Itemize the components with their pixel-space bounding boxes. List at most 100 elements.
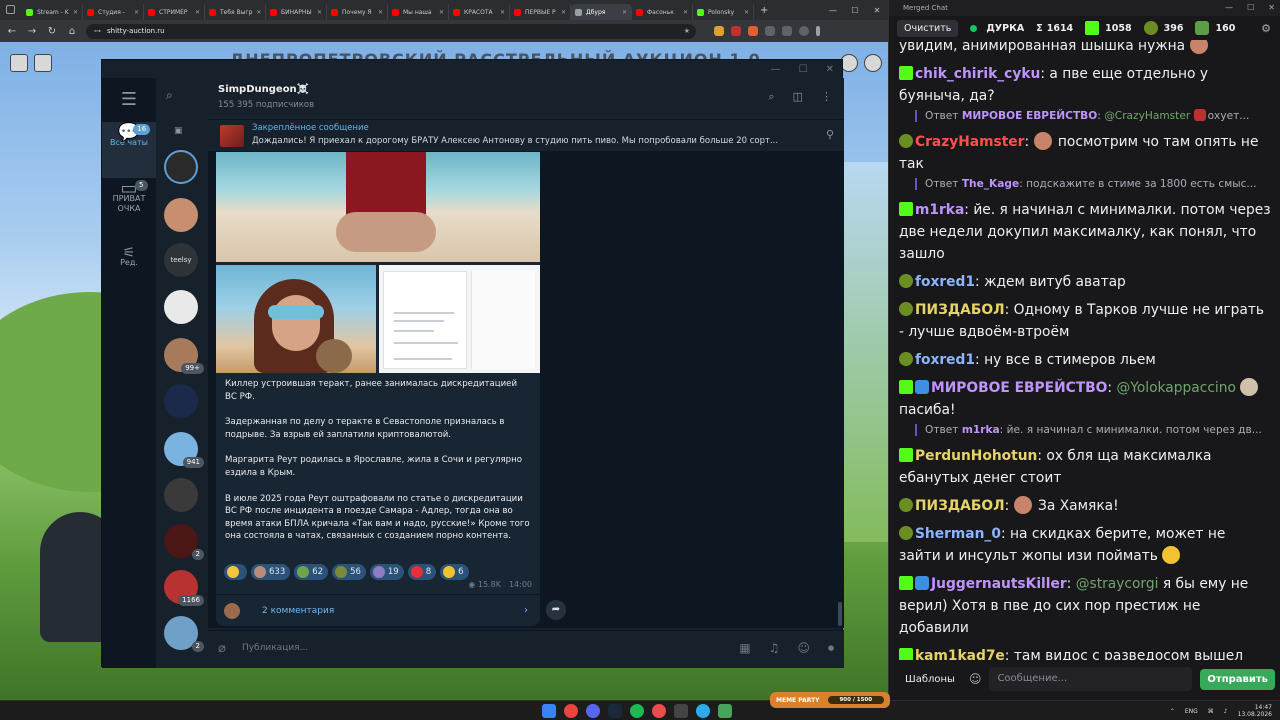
chat-avatar[interactable]: 1166 xyxy=(164,570,204,606)
post-photo[interactable] xyxy=(216,152,540,262)
more-icon[interactable]: ⋮ xyxy=(821,90,832,104)
browser-tab[interactable]: СТРИМЕР ✕ xyxy=(144,4,205,20)
close-icon[interactable]: ✕ xyxy=(826,64,834,75)
close-icon[interactable]: ✕ xyxy=(866,6,888,15)
reaction-button[interactable]: 62 xyxy=(294,564,329,580)
minimize-icon[interactable]: — xyxy=(1225,3,1233,12)
app-icon[interactable] xyxy=(718,704,732,718)
home-icon[interactable]: ⌂ xyxy=(66,26,78,37)
chat-avatar[interactable]: 99+ xyxy=(164,338,204,374)
steam-icon[interactable] xyxy=(608,704,622,718)
maximize-icon[interactable]: ☐ xyxy=(1247,3,1254,12)
chat-avatar[interactable] xyxy=(164,384,198,418)
chat-avatar[interactable] xyxy=(164,478,198,512)
username[interactable]: chik_chirik_cyku xyxy=(915,66,1040,82)
templates-button[interactable]: Шаблоны xyxy=(899,671,961,688)
volume-icon[interactable]: ♪ xyxy=(1224,708,1228,715)
pinned-message-bar[interactable]: Закреплённое сообщение Дождались! Я прие… xyxy=(208,120,844,152)
tab-close-icon[interactable]: ✕ xyxy=(378,9,383,16)
reaction-button[interactable]: 8 xyxy=(407,564,437,580)
browser-tab[interactable]: Почему Я ✕ xyxy=(327,4,388,20)
chat-avatar[interactable] xyxy=(164,150,198,184)
mention[interactable]: @Yolokappaccino xyxy=(1116,380,1235,396)
telegram-icon[interactable] xyxy=(696,704,710,718)
folder-edit[interactable]: ⚟ Ред. xyxy=(102,242,156,282)
maximize-icon[interactable]: ☐ xyxy=(844,6,866,15)
post-screenshot[interactable] xyxy=(379,265,540,373)
extension-icon[interactable] xyxy=(714,26,724,36)
tray-chevron-icon[interactable]: ⌃ xyxy=(1170,708,1175,715)
tab-close-icon[interactable]: ✕ xyxy=(195,9,200,16)
tab-close-icon[interactable]: ✕ xyxy=(439,9,444,16)
chat-avatar[interactable] xyxy=(164,198,198,232)
hamburger-menu[interactable]: ☰ xyxy=(102,78,156,122)
tab-close-icon[interactable]: ✕ xyxy=(134,9,139,16)
browser-tab[interactable]: Мы наша ✕ xyxy=(388,4,449,20)
language-indicator[interactable]: ENG xyxy=(1185,708,1198,715)
chat-avatar[interactable] xyxy=(164,290,198,324)
schedule-icon[interactable]: ▦ xyxy=(739,641,750,656)
archive-icon[interactable]: ▣ xyxy=(174,126,183,136)
minimize-icon[interactable]: — xyxy=(771,64,781,75)
menu-icon[interactable]: ☰ xyxy=(121,91,137,109)
username[interactable]: JuggernautsKiller xyxy=(931,576,1067,592)
address-bar[interactable]: ⊶ shitty-auction.ru ★ xyxy=(86,23,696,39)
extensions-puzzle-icon[interactable] xyxy=(765,26,775,36)
browser-tab[interactable]: Polonsky ✕ xyxy=(693,4,754,20)
emoji-icon[interactable]: ☺ xyxy=(797,641,810,656)
page-control-button[interactable] xyxy=(10,54,28,72)
network-icon[interactable]: ⌘ xyxy=(1208,708,1214,715)
spotify-icon[interactable] xyxy=(630,704,644,718)
username[interactable]: PerdunHohotun xyxy=(915,448,1037,464)
clear-button[interactable]: Очистить xyxy=(897,19,959,37)
post-photo[interactable] xyxy=(216,265,376,373)
share-icon[interactable]: ➦ xyxy=(546,600,566,620)
chat-avatar[interactable]: teelsy xyxy=(164,243,198,277)
folder-all-chats[interactable]: 💬 16 Все чаты xyxy=(102,122,156,178)
microphone-icon[interactable]: ⏺ xyxy=(828,641,834,656)
extension-icon[interactable] xyxy=(748,26,758,36)
scrollbar[interactable] xyxy=(838,602,842,626)
close-icon[interactable]: ✕ xyxy=(1268,3,1275,12)
profile-icon[interactable] xyxy=(799,26,809,36)
attach-icon[interactable]: ⌀ xyxy=(218,641,226,656)
tab-close-icon[interactable]: ✕ xyxy=(256,9,261,16)
username[interactable]: Sherman_0 xyxy=(915,526,1001,542)
search-icon[interactable]: ⌕ xyxy=(166,88,173,103)
gear-icon[interactable]: ⚙ xyxy=(1261,22,1271,35)
reaction-button[interactable]: 633 xyxy=(251,564,291,580)
site-info-icon[interactable]: ⊶ xyxy=(94,27,101,35)
comments-button[interactable]: 2 комментария › xyxy=(216,594,540,626)
username[interactable]: foxred1 xyxy=(915,352,975,368)
maximize-icon[interactable]: ☐ xyxy=(799,64,808,75)
clock[interactable]: 14:47 13.08.2026 xyxy=(1238,704,1272,718)
tab-close-icon[interactable]: ✕ xyxy=(500,9,505,16)
browser-tab[interactable]: КРАСОТА ✕ xyxy=(449,4,510,20)
chat-avatar[interactable]: 2 xyxy=(164,524,204,560)
mention[interactable]: @straycorgi xyxy=(1076,576,1159,592)
new-tab-button[interactable]: + xyxy=(754,5,774,16)
reaction-button[interactable]: 56 xyxy=(332,564,366,580)
extension-icon[interactable] xyxy=(731,26,741,36)
username[interactable]: kam1kad7e xyxy=(915,648,1005,660)
sidebar-toggle-icon[interactable]: ◫ xyxy=(793,90,803,104)
reload-icon[interactable]: ↻ xyxy=(46,26,58,37)
browser-tab[interactable]: Тебя Выгр ✕ xyxy=(205,4,266,20)
download-icon[interactable] xyxy=(782,26,792,36)
app-icon[interactable] xyxy=(674,704,688,718)
forward-icon[interactable]: → xyxy=(26,26,38,37)
browser-tab[interactable]: ПЕРВЫЕ Р ✕ xyxy=(510,4,571,20)
chat-avatar[interactable]: 941 xyxy=(164,432,204,468)
message-input[interactable]: Публикация... xyxy=(242,643,308,653)
help-icon[interactable] xyxy=(864,54,882,72)
tab-close-icon[interactable]: ✕ xyxy=(744,9,749,16)
tab-close-icon[interactable]: ✕ xyxy=(317,9,322,16)
discord-icon[interactable] xyxy=(586,704,600,718)
minimize-icon[interactable]: — xyxy=(822,6,844,15)
username[interactable]: foxred1 xyxy=(915,274,975,290)
channel-name[interactable]: SimpDungeon☠️ xyxy=(218,84,309,95)
back-icon[interactable]: ← xyxy=(6,26,18,37)
username[interactable]: ПИЗДАБОЛ xyxy=(915,498,1005,514)
reaction-button[interactable]: 6 xyxy=(440,564,469,580)
tab-close-icon[interactable]: ✕ xyxy=(73,9,78,16)
